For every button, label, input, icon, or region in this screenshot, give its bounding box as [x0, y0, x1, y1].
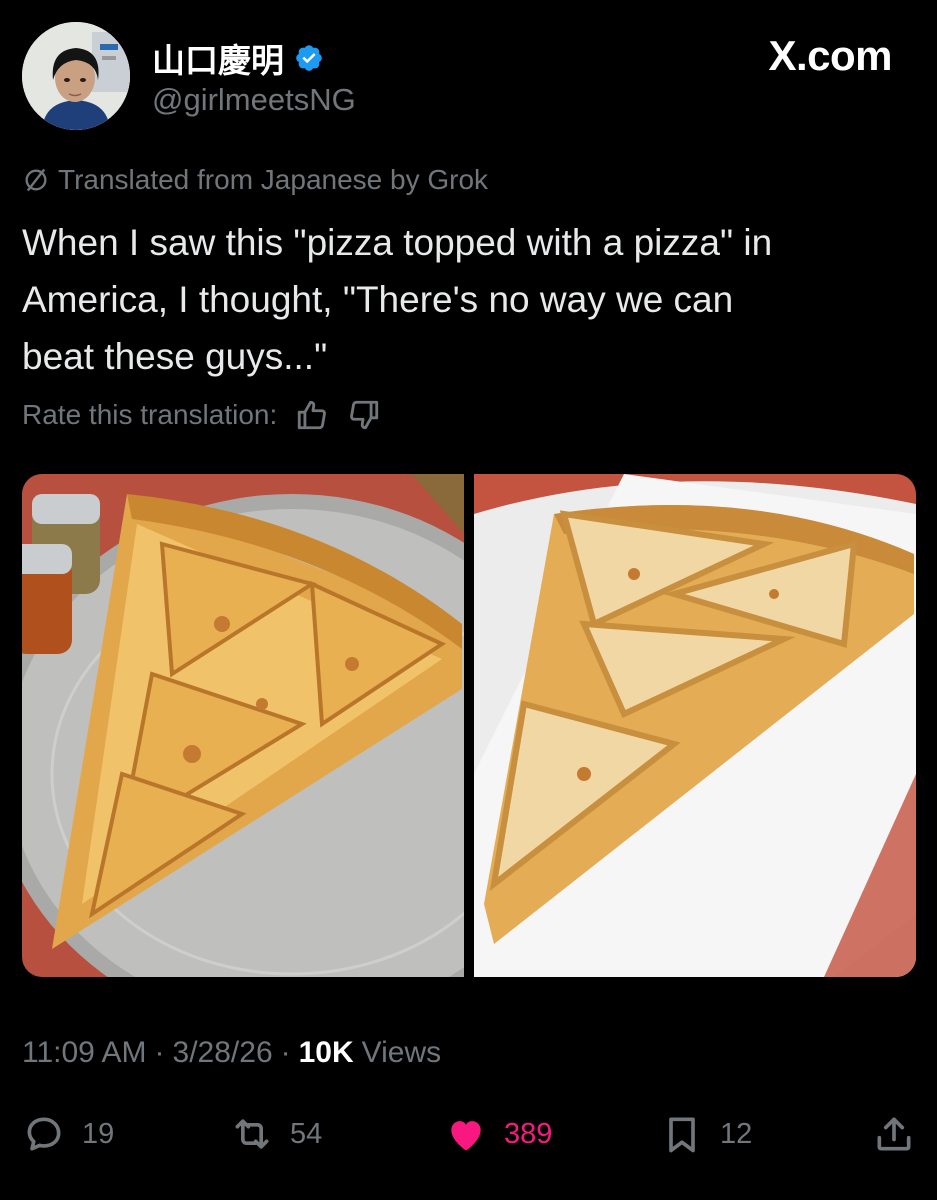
user-handle[interactable]: @girlmeetsNG — [152, 82, 356, 118]
repost-count: 54 — [290, 1117, 323, 1150]
translate-icon — [25, 168, 47, 192]
thumbs-down-icon[interactable] — [347, 398, 381, 432]
tweet-line: When I saw this "pizza topped with a piz… — [22, 222, 773, 263]
like-button[interactable]: 389 — [444, 1112, 552, 1156]
bookmark-button[interactable]: 12 — [660, 1112, 752, 1156]
repost-button[interactable]: 54 — [230, 1112, 322, 1156]
rate-label: Rate this translation: — [22, 399, 278, 430]
views-label: Views — [361, 1036, 442, 1069]
tweet-line: beat these guys..." — [22, 336, 328, 377]
bookmark-icon — [669, 1117, 695, 1153]
heart-icon — [451, 1121, 481, 1151]
reply-button[interactable]: 19 — [22, 1112, 114, 1156]
repost-icon — [235, 1119, 269, 1149]
tweet-text: When I saw this "pizza topped with a piz… — [22, 214, 902, 385]
avatar-photo — [22, 22, 130, 130]
share-button[interactable] — [872, 1112, 916, 1156]
reply-icon — [27, 1117, 61, 1151]
translation-note: Translated from Japanese by Grok — [22, 164, 488, 196]
display-name[interactable]: 山口慶明 — [152, 34, 284, 82]
rate-translation: Rate this translation: — [22, 398, 381, 432]
photo-pizza-plate[interactable] — [474, 474, 916, 977]
tweet-time[interactable]: 11:09 AM — [22, 1036, 147, 1070]
tweet-date[interactable]: 3/28/26 — [173, 1036, 273, 1070]
share-icon — [877, 1117, 911, 1151]
meta-separator: · — [154, 1036, 165, 1069]
tweet-line: America, I thought, "There's no way we c… — [22, 279, 734, 320]
avatar[interactable] — [22, 22, 130, 130]
verified-badge-icon — [296, 45, 322, 71]
reply-count: 19 — [82, 1117, 115, 1150]
tweet-meta: 11:09 AM · 3/28/26 · 10K Views — [22, 1036, 441, 1070]
views-count: 10K — [298, 1036, 354, 1069]
action-bar: 19 54 389 12 — [22, 1112, 916, 1162]
brand-watermark: X.com — [768, 32, 892, 79]
media-grid — [22, 474, 916, 977]
photo-pizza-tray[interactable] — [22, 474, 464, 977]
meta-separator: · — [280, 1036, 291, 1069]
translation-note-text: Translated from Japanese by Grok — [58, 164, 489, 195]
thumbs-up-icon[interactable] — [295, 398, 329, 432]
bookmark-count: 12 — [720, 1117, 753, 1150]
like-count: 389 — [504, 1117, 553, 1150]
